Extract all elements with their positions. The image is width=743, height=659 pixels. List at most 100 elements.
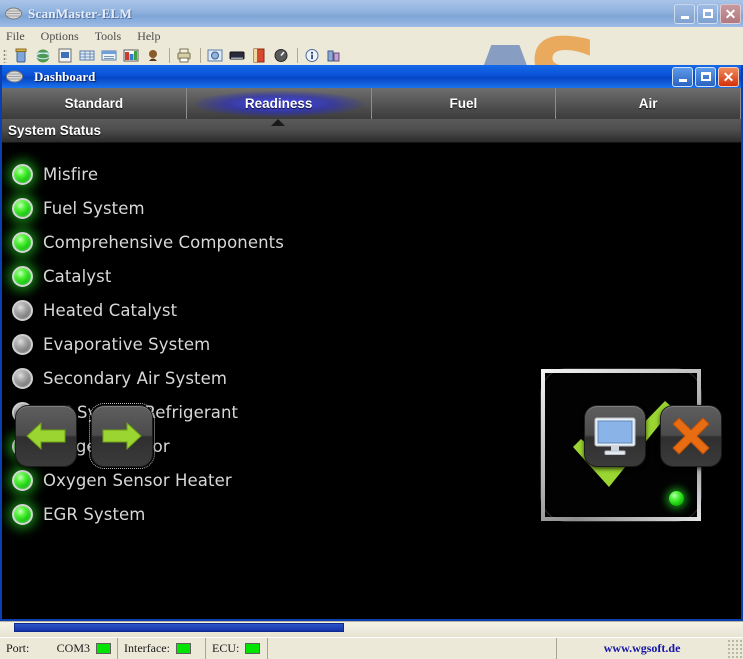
- section-header: System Status: [2, 119, 741, 143]
- status-interface-label: Interface:: [124, 641, 170, 656]
- toolbar-separator-3: [297, 48, 298, 63]
- list-item[interactable]: Oxygen Sensor Heater: [12, 463, 432, 497]
- monitor-icon: [593, 416, 637, 456]
- interface-status-indicator: [176, 643, 191, 654]
- toolbar: [0, 45, 743, 66]
- list-icon[interactable]: [99, 46, 119, 65]
- chip-icon-svg: [5, 6, 22, 21]
- main-window-controls: ✕: [674, 4, 741, 24]
- close-x-icon: [671, 416, 711, 456]
- active-tab-pointer: [271, 119, 285, 126]
- dashboard-close-button[interactable]: ✕: [718, 67, 739, 87]
- tab-standard[interactable]: Standard: [2, 88, 187, 119]
- menu-item-tools[interactable]: Tools: [95, 29, 122, 44]
- close-icon: ✕: [723, 70, 735, 84]
- monitor-label: Fuel System: [43, 199, 145, 218]
- monitor-label: Catalyst: [43, 267, 111, 286]
- main-window-title: ScanMaster-ELM: [28, 6, 674, 22]
- dashboard-tabs: Standard Readiness Fuel Air: [2, 88, 741, 119]
- list-item[interactable]: Misfire: [12, 157, 432, 191]
- dashboard-titlebar: Dashboard ✕: [2, 65, 741, 88]
- chart-icon[interactable]: [121, 46, 141, 65]
- status-led-icon: [12, 300, 33, 321]
- monitor-label: Evaporative System: [43, 335, 210, 354]
- chip-icon-svg: [6, 69, 23, 84]
- toolbar-grip[interactable]: [3, 49, 7, 63]
- tab-standard-label: Standard: [65, 96, 124, 111]
- close-icon: ✕: [725, 7, 737, 21]
- arrow-right-icon: [101, 419, 143, 453]
- list-item[interactable]: Secondary Air System: [12, 361, 432, 395]
- close-dashboard-button[interactable]: [660, 405, 722, 467]
- dashboard-window-controls: ✕: [672, 67, 739, 87]
- dashboard-body: Misfire Fuel System Comprehensive Compon…: [2, 143, 741, 619]
- dashboard-minimize-button[interactable]: [672, 67, 693, 87]
- status-led-icon: [12, 164, 33, 185]
- monitor-label: Heated Catalyst: [43, 301, 177, 320]
- main-minimize-button[interactable]: [674, 4, 695, 24]
- tab-fuel[interactable]: Fuel: [372, 88, 557, 119]
- menu-item-options[interactable]: Options: [41, 29, 79, 44]
- toolbar-separator-1: [169, 48, 170, 63]
- dashboard-maximize-button[interactable]: [695, 67, 716, 87]
- minimize-icon: [681, 16, 689, 19]
- ecu-status-indicator: [245, 643, 260, 654]
- main-maximize-button[interactable]: [697, 4, 718, 24]
- menu-item-file[interactable]: File: [6, 29, 25, 44]
- dashboard-window: Dashboard ✕ Standard Readiness Fuel Air: [0, 65, 743, 621]
- menu-item-help[interactable]: Help: [137, 29, 160, 44]
- print-icon[interactable]: [174, 46, 194, 65]
- horizontal-scrollbar[interactable]: [0, 621, 743, 638]
- list-item[interactable]: Catalyst: [12, 259, 432, 293]
- main-window-titlebar: ScanMaster-ELM ✕: [0, 0, 743, 27]
- port-status-indicator: [96, 643, 111, 654]
- list-item[interactable]: Evaporative System: [12, 327, 432, 361]
- monitor-label: Misfire: [43, 165, 98, 184]
- status-led-icon: [12, 368, 33, 389]
- previous-button[interactable]: [15, 405, 77, 467]
- display-button[interactable]: [584, 405, 646, 467]
- arrow-left-icon: [25, 419, 67, 453]
- data-icon[interactable]: [324, 46, 344, 65]
- app-chip-icon: [5, 6, 22, 21]
- report-icon[interactable]: [55, 46, 75, 65]
- monitor-label: Comprehensive Components: [43, 233, 284, 252]
- globe-icon[interactable]: [33, 46, 53, 65]
- terminal-icon[interactable]: [227, 46, 247, 65]
- tab-air[interactable]: Air: [556, 88, 741, 119]
- main-close-button[interactable]: ✕: [720, 4, 741, 24]
- book-icon[interactable]: [249, 46, 269, 65]
- resize-grip[interactable]: [727, 638, 743, 659]
- minimize-icon: [679, 79, 687, 82]
- scrollbar-thumb[interactable]: [14, 623, 344, 632]
- next-button[interactable]: [91, 405, 153, 467]
- list-item[interactable]: Comprehensive Components: [12, 225, 432, 259]
- list-item[interactable]: EGR System: [12, 497, 432, 531]
- tab-readiness[interactable]: Readiness: [187, 88, 372, 119]
- application-window: ScanMaster-ELM ✕ File Options Tools Help: [0, 0, 743, 659]
- status-port-label: Port:: [6, 641, 29, 656]
- table-icon[interactable]: [77, 46, 97, 65]
- connect-icon[interactable]: [143, 46, 163, 65]
- dashboard-title: Dashboard: [34, 69, 672, 85]
- tab-fuel-label: Fuel: [449, 96, 477, 111]
- mdi-scroll-strip: [0, 621, 743, 637]
- list-item[interactable]: Fuel System: [12, 191, 432, 225]
- status-bar: Port: COM3 Interface: ECU: www.wgsoft.de: [0, 637, 743, 659]
- status-ecu-cell: ECU:: [206, 638, 268, 659]
- dashboard-chip-icon: [6, 69, 23, 84]
- maximize-icon: [703, 9, 713, 18]
- tab-readiness-label: Readiness: [245, 96, 313, 111]
- tab-air-label: Air: [639, 96, 658, 111]
- list-item[interactable]: Heated Catalyst: [12, 293, 432, 327]
- gauge-icon[interactable]: [271, 46, 291, 65]
- website-link[interactable]: www.wgsoft.de: [557, 638, 727, 659]
- section-header-label: System Status: [8, 123, 101, 138]
- status-message-cell: [268, 638, 557, 659]
- status-led-icon: [12, 470, 33, 491]
- status-led-icon: [12, 198, 33, 219]
- info-icon[interactable]: [302, 46, 322, 65]
- delete-icon[interactable]: [11, 46, 31, 65]
- dashboard-icon[interactable]: [205, 46, 225, 65]
- status-port-value: COM3: [57, 641, 90, 656]
